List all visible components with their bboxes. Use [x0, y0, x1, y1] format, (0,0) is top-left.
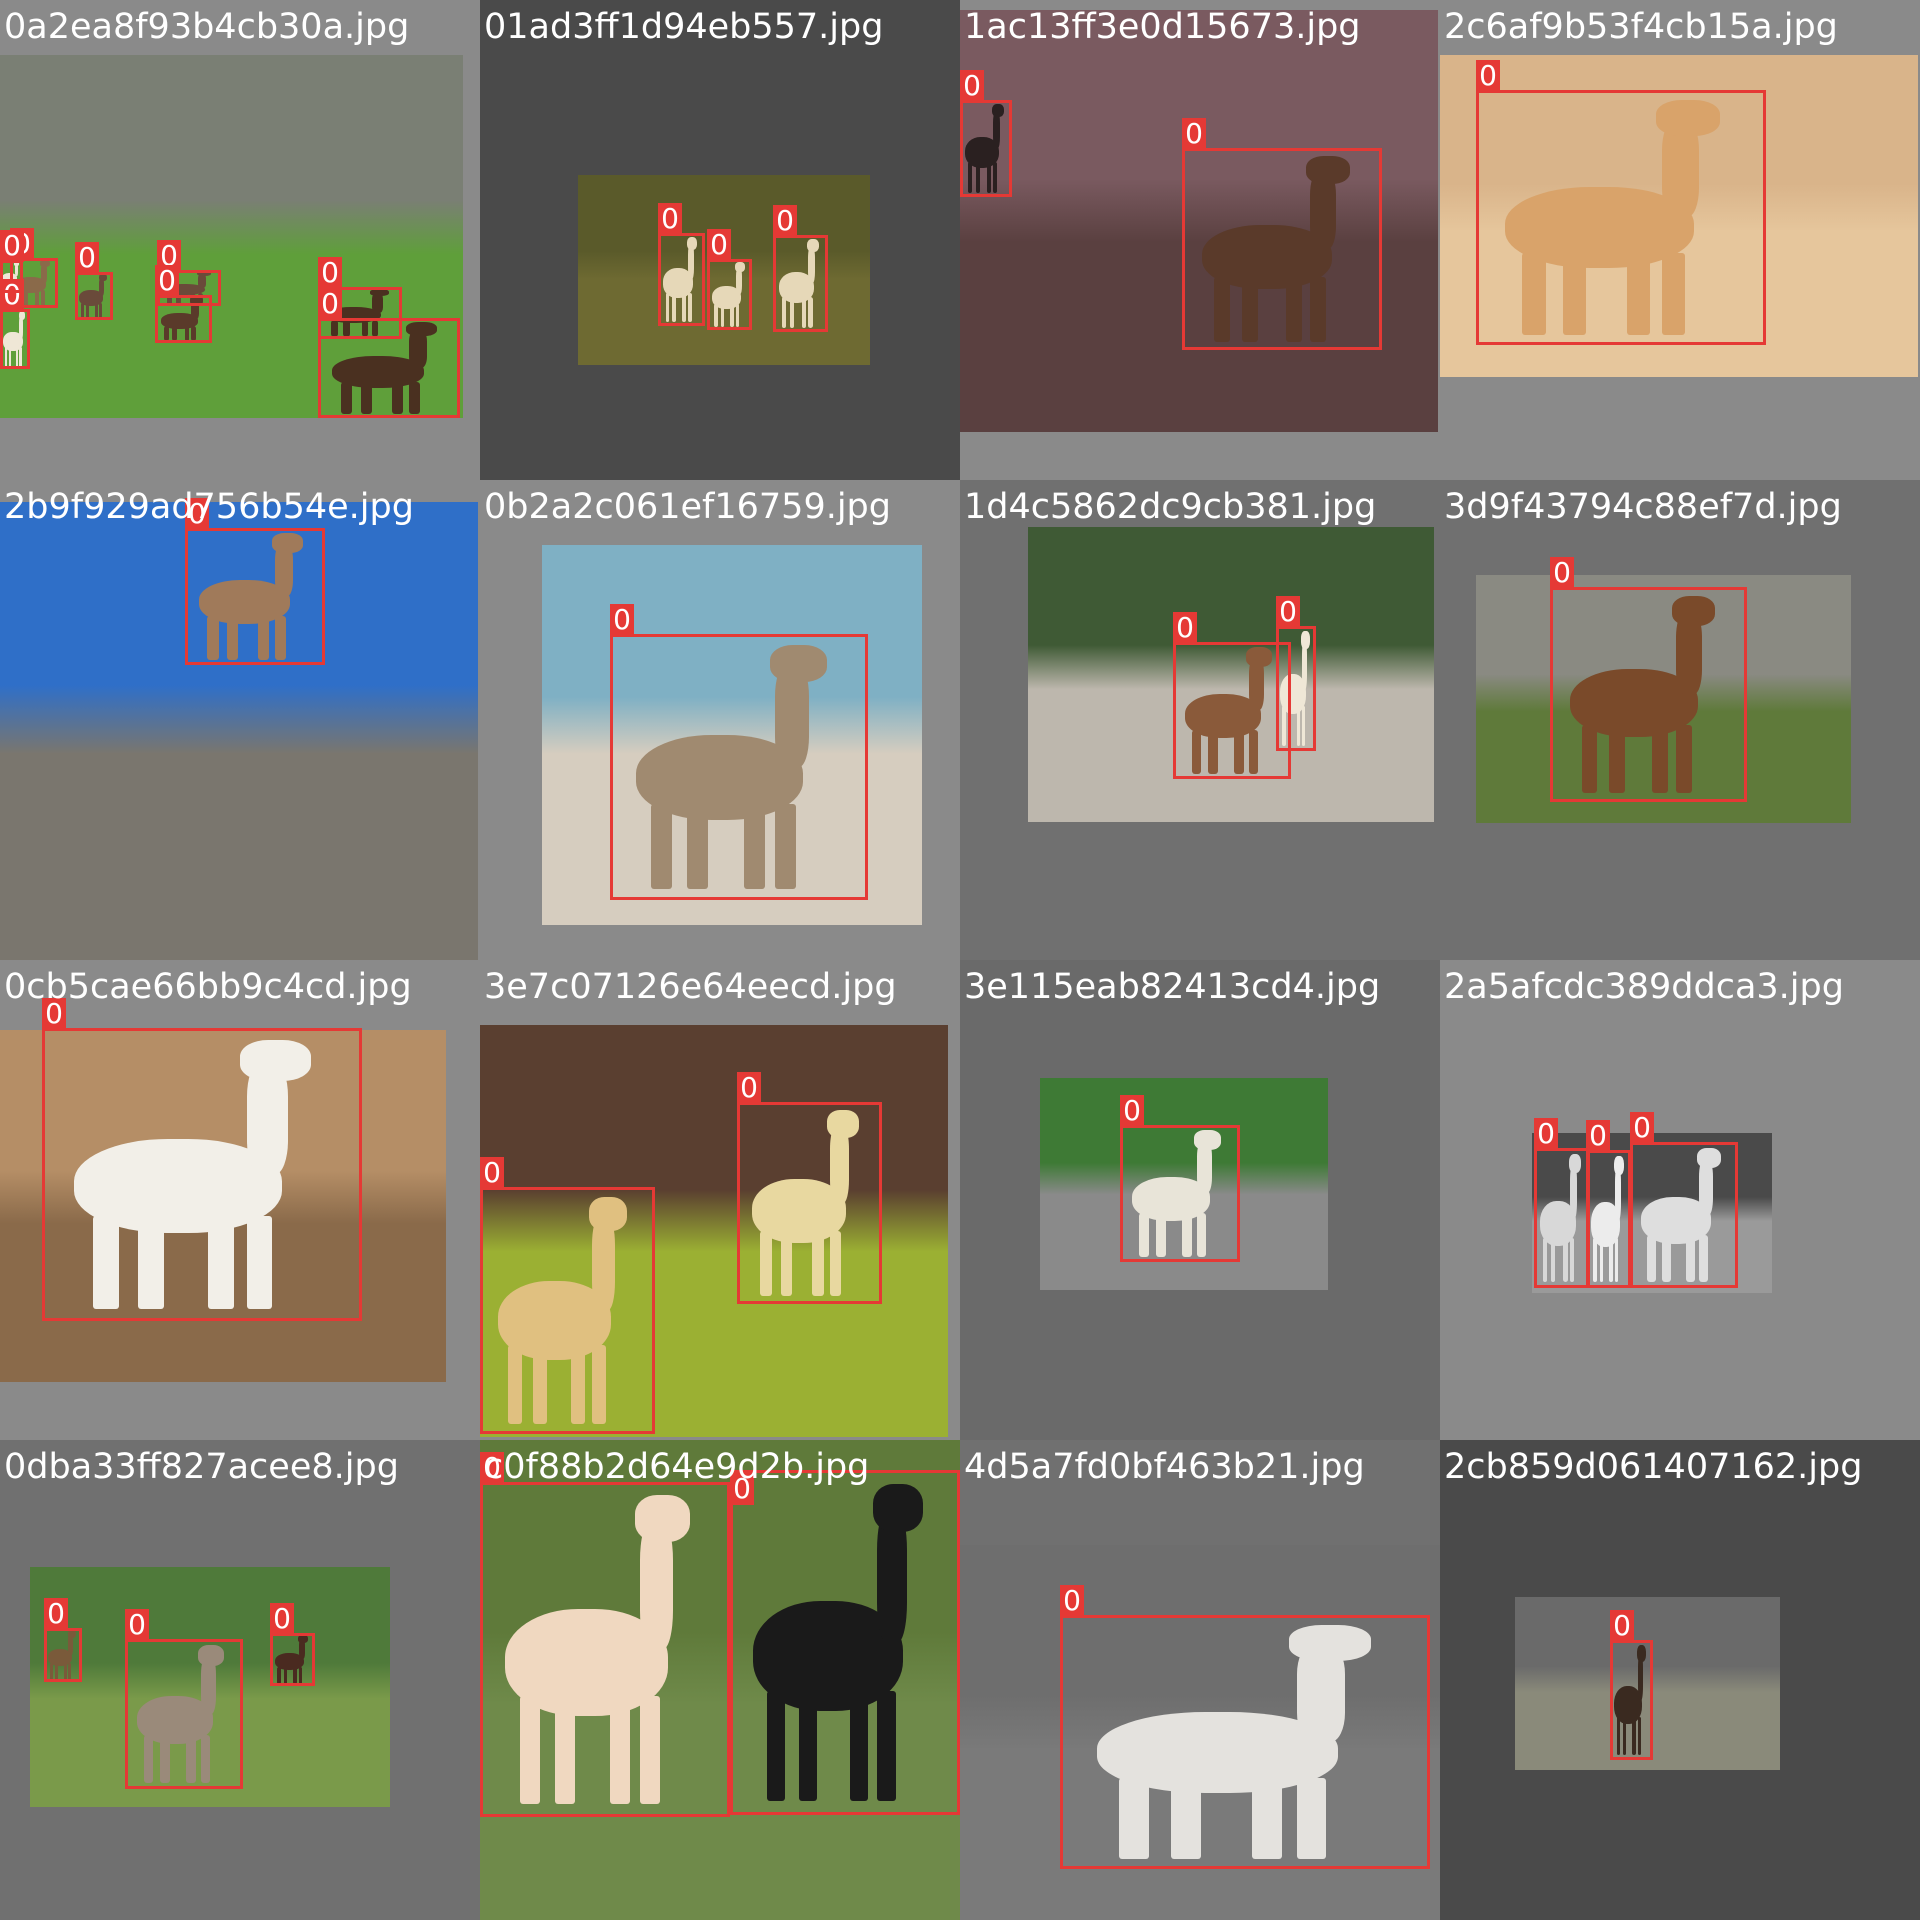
filename-label: 2cb859d061407162.jpg — [1444, 1447, 1863, 1487]
filename-label: 3e115eab82413cd4.jpg — [964, 967, 1381, 1007]
filename-label: 3d9f43794c88ef7d.jpg — [1444, 487, 1842, 527]
bounding-box: 0 — [0, 230, 24, 293]
bounding-box: 0 — [1534, 1118, 1590, 1288]
bounding-box: 0 — [318, 288, 460, 418]
class-label: 0 — [75, 242, 99, 274]
bounding-box: 0 — [480, 1452, 730, 1817]
class-label: 0 — [610, 604, 634, 636]
bounding-box: 0 — [42, 998, 362, 1321]
bounding-box: 0 — [1610, 1610, 1653, 1760]
class-label: 0 — [1550, 557, 1574, 589]
filename-label: 1ac13ff3e0d15673.jpg — [964, 7, 1361, 47]
filename-label: 0cb5cae66bb9c4cd.jpg — [4, 967, 412, 1007]
mosaic-tile: 0 0 0 01ad3ff1d94eb557.jpg — [480, 0, 960, 480]
class-label: 0 — [155, 265, 179, 297]
class-label: 0 — [737, 1072, 761, 1104]
bounding-box: 0 — [1120, 1095, 1240, 1262]
class-label: 0 — [1276, 596, 1300, 628]
mosaic-tile: 0 0b2a2c061ef16759.jpg — [480, 480, 960, 960]
bounding-box: 0 — [658, 203, 705, 326]
mosaic-tile: 0 2b9f929ad756b54e.jpg — [0, 480, 480, 960]
filename-label: 2c6af9b53f4cb15a.jpg — [1444, 7, 1838, 47]
class-label: 0 — [1534, 1118, 1558, 1150]
bounding-box: 0 — [185, 498, 325, 665]
filename-label: 0b2a2c061ef16759.jpg — [484, 487, 891, 527]
bounding-box: 0 — [125, 1609, 243, 1789]
class-label: 0 — [773, 205, 797, 237]
bounding-box: 0 — [1060, 1585, 1430, 1869]
mosaic-tile: 0 0 3e7c07126e64eecd.jpg — [480, 960, 960, 1440]
class-label: 0 — [270, 1603, 294, 1635]
mosaic-tile: 0 2cb859d061407162.jpg — [1440, 1440, 1920, 1920]
mosaic-tile: 0 3e115eab82413cd4.jpg — [960, 960, 1440, 1440]
filename-label: 2b9f929ad756b54e.jpg — [4, 487, 414, 527]
filename-label: 2a5afcdc389ddca3.jpg — [1444, 967, 1844, 1007]
mosaic-tile: 0 0 1d4c5862dc9cb381.jpg — [960, 480, 1440, 960]
mosaic-tile: 0 0 c0f88b2d64e9d2b.jpg — [480, 1440, 960, 1920]
class-label: 0 — [1586, 1120, 1610, 1152]
mosaic-tile: 0 2c6af9b53f4cb15a.jpg — [1440, 0, 1920, 480]
class-label: 0 — [1173, 612, 1197, 644]
filename-label: c0f88b2d64e9d2b.jpg — [484, 1447, 870, 1487]
bounding-box: 0 — [0, 279, 30, 369]
filename-label: 01ad3ff1d94eb557.jpg — [484, 7, 884, 47]
bounding-box: 0 — [1476, 60, 1766, 345]
class-label: 0 — [125, 1609, 149, 1641]
mosaic-grid: 000000000a2ea8f93b4cb30a.jpg00001ad3ff1d… — [0, 0, 1920, 1920]
bounding-box: 0 — [75, 242, 113, 320]
filename-label: 1d4c5862dc9cb381.jpg — [964, 487, 1377, 527]
filename-label: 0a2ea8f93b4cb30a.jpg — [4, 7, 410, 47]
bounding-box: 0 — [707, 229, 752, 330]
mosaic-tile: 0 0 0 2a5afcdc389ddca3.jpg — [1440, 960, 1920, 1440]
bounding-box: 0 — [270, 1603, 315, 1686]
bounding-box: 0 — [155, 265, 212, 343]
class-label: 0 — [1060, 1585, 1084, 1617]
class-label: 0 — [1120, 1095, 1144, 1127]
bounding-box: 0 — [730, 1470, 960, 1815]
class-label: 0 — [44, 1598, 68, 1630]
class-label: 0 — [318, 288, 342, 320]
mosaic-tile: 0 0 0 0dba33ff827acee8.jpg — [0, 1440, 480, 1920]
bounding-box: 0 — [44, 1598, 82, 1682]
filename-label: 0dba33ff827acee8.jpg — [4, 1447, 399, 1487]
mosaic-tile: 0 3d9f43794c88ef7d.jpg — [1440, 480, 1920, 960]
class-label: 0 — [480, 1157, 504, 1189]
class-label: 0 — [960, 70, 984, 102]
bounding-box: 0 — [1550, 557, 1747, 802]
class-label: 0 — [707, 229, 731, 261]
bounding-box: 0 — [773, 205, 828, 332]
class-label: 0 — [0, 230, 24, 262]
class-label: 0 — [1630, 1112, 1654, 1144]
bounding-box: 0 — [1173, 612, 1291, 779]
mosaic-tile: 0 0 1ac13ff3e0d15673.jpg — [960, 0, 1440, 480]
bounding-box: 0 — [1586, 1120, 1631, 1288]
bounding-box: 0 — [480, 1157, 655, 1434]
class-label: 0 — [318, 257, 342, 289]
bounding-box: 0 — [737, 1072, 882, 1304]
bounding-box: 0 — [1182, 118, 1382, 350]
bounding-box: 0 — [610, 604, 868, 900]
bounding-box: 0 — [1630, 1112, 1738, 1288]
class-label: 0 — [658, 203, 682, 235]
class-label: 0 — [1610, 1610, 1634, 1642]
filename-label: 4d5a7fd0bf463b21.jpg — [964, 1447, 1365, 1487]
filename-label: 3e7c07126e64eecd.jpg — [484, 967, 897, 1007]
mosaic-tile: 000000000a2ea8f93b4cb30a.jpg — [0, 0, 480, 480]
class-label: 0 — [1182, 118, 1206, 150]
bounding-box: 0 — [960, 70, 1012, 197]
mosaic-tile: 0 4d5a7fd0bf463b21.jpg — [960, 1440, 1440, 1920]
bounding-box: 0 — [1276, 596, 1316, 751]
class-label: 0 — [1476, 60, 1500, 92]
mosaic-tile: 0 0cb5cae66bb9c4cd.jpg — [0, 960, 480, 1440]
